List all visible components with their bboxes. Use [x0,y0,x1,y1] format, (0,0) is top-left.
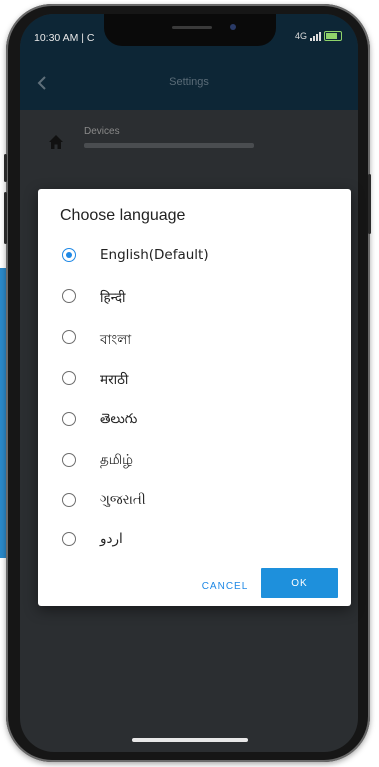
status-icons: 4G [295,31,342,41]
language-option-label: ગુજરાતી [100,492,146,508]
status-bar: 10:30 AM | C 4G [20,14,358,58]
language-option[interactable]: English(Default) [38,236,351,276]
language-option-label: اردو [100,531,123,547]
home-indicator[interactable] [132,738,248,742]
phone-volume-down-button [4,192,7,244]
language-option[interactable]: தமிழ் [38,441,351,481]
status-time: 10:30 AM | C [34,32,95,44]
language-option-label: বাংলা [100,332,132,348]
front-camera [230,24,236,30]
radio-unselected-icon[interactable] [62,453,76,467]
radio-unselected-icon[interactable] [62,412,76,426]
radio-unselected-icon[interactable] [62,493,76,507]
network-type: 4G [294,31,307,41]
language-option[interactable]: मराठी [38,359,351,399]
home-icon [48,134,64,150]
language-option[interactable]: हिन्दी [38,277,351,317]
language-option[interactable]: বাংলা [38,318,351,358]
app-title: Settings [169,76,209,88]
ok-button[interactable]: OK [261,568,338,598]
language-option-label: English(Default) [100,247,209,263]
devices-subtitle-blurred [84,143,254,148]
cancel-button[interactable]: CANCEL [190,571,260,601]
language-option-label: मराठी [100,372,129,388]
radio-unselected-icon[interactable] [62,289,76,303]
app-bar: Settings [20,58,358,110]
radio-unselected-icon[interactable] [62,330,76,344]
language-option-label: தமிழ் [100,452,133,468]
language-option[interactable]: తెలుగు [38,400,351,440]
dialog-title: Choose language [60,207,186,224]
language-option-label: हिन्दी [100,290,126,306]
battery-icon [324,31,342,41]
speaker [172,26,212,29]
language-option-label: తెలుగు [100,411,138,427]
phone-volume-up-button [4,154,7,182]
signal-icon [310,31,321,41]
devices-title: Devices [84,126,120,137]
radio-unselected-icon[interactable] [62,532,76,546]
radio-selected-icon[interactable] [62,248,76,262]
radio-unselected-icon[interactable] [62,371,76,385]
phone-power-button [368,174,371,234]
notch [104,14,276,46]
settings-item-devices[interactable]: Devices [20,116,358,172]
language-option[interactable]: ગુજરાતી [38,481,351,521]
language-dialog: Choose language English(Default) हिन्दी … [38,189,351,606]
language-option[interactable]: اردو [38,520,351,560]
